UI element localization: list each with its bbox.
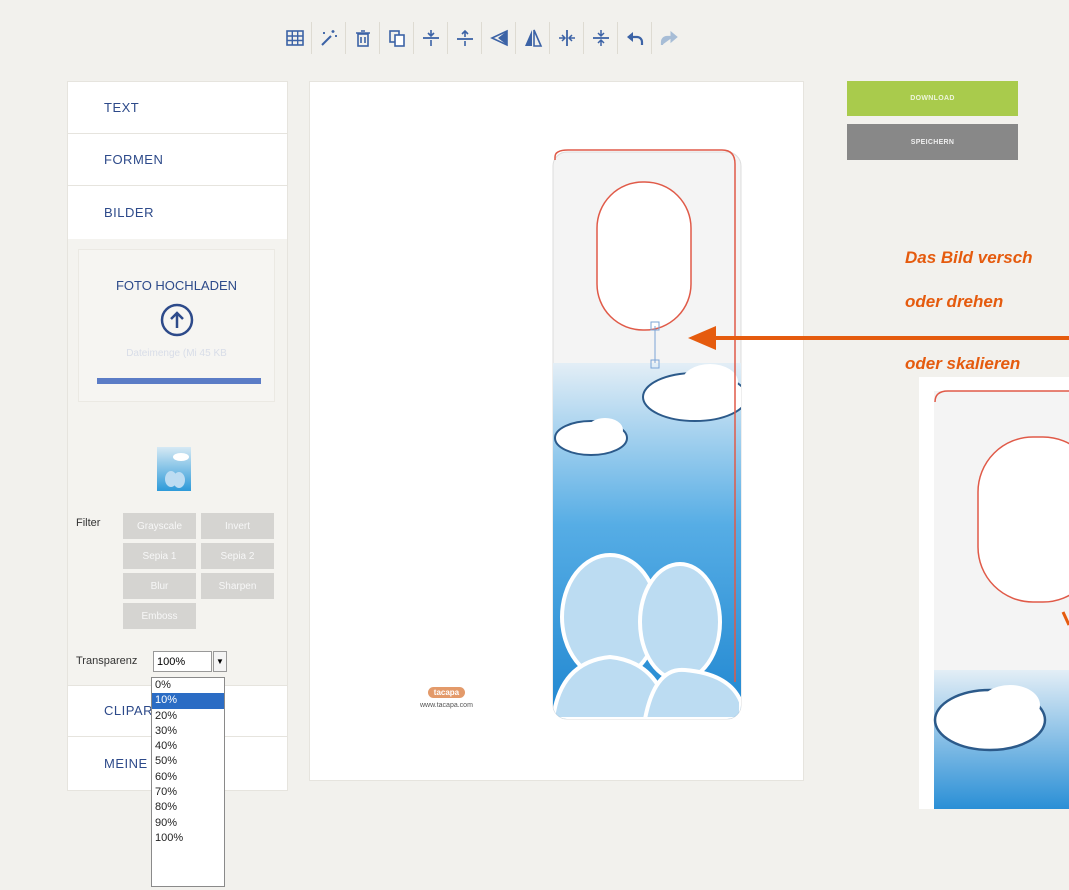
dropdown-option[interactable]: 80% [152,800,224,815]
dropdown-option[interactable]: 30% [152,724,224,739]
dropdown-option[interactable]: 60% [152,770,224,785]
dropdown-option[interactable]: 40% [152,739,224,754]
zoom-preview [919,377,1069,809]
transparency-dropdown-list: 0% 10% 20% 30% 40% 50% 60% 70% 80% 90% 1… [151,677,225,887]
dropdown-option[interactable]: 10% [152,693,224,709]
orange-arrow [688,326,1069,350]
dropdown-option[interactable]: 100% [152,831,224,846]
dropdown-option[interactable]: 20% [152,709,224,724]
dropdown-option[interactable]: 50% [152,754,224,769]
dropdown-option[interactable]: 90% [152,816,224,831]
dropdown-option[interactable]: 70% [152,785,224,800]
dropdown-option[interactable]: 0% [152,678,224,693]
